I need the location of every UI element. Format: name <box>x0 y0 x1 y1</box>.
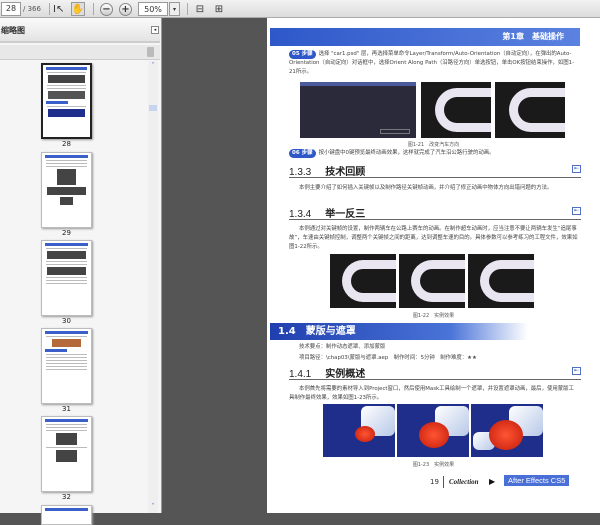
figure-mask-image <box>397 404 469 457</box>
section-icon: ⇤ <box>572 367 581 375</box>
fit-page-icon[interactable]: ⊟ <box>194 2 206 16</box>
arrow-icon: ▶ <box>489 477 496 486</box>
thumbnail-sidebar: 缩略图 ◂ 28 29 30 31 32 ˄ ˅ <box>0 18 162 525</box>
scroll-up-icon[interactable]: ˄ <box>149 62 157 69</box>
step-text: 选择 "car1.psd" 层，再选择菜单命令Layer/Transform/A… <box>289 51 575 75</box>
figure-road-image <box>399 254 465 308</box>
paragraph: 本例首先将需要的素材导入到Project窗口，然后使用Mask工具绘制一个遮罩，… <box>289 386 574 401</box>
scrollbar-thumb[interactable] <box>149 105 157 111</box>
page-number: 19 <box>430 478 439 486</box>
paragraph: 本例通过对关键帧的设置，制作两辆车在公路上赛车的动画。在制作超车动画时，应当注意… <box>289 226 578 250</box>
document-page: 第1章 基础操作 05 步骤 选择 "car1.psd" 层，再选择菜单命令Lay… <box>267 18 600 513</box>
thumbnail-page-33[interactable] <box>41 505 92 525</box>
toolbar: 28 / 366 I↖ ✋ − + 50% ▾ ⊟ ⊞ <box>0 0 600 18</box>
page-number-input[interactable]: 28 <box>1 2 21 16</box>
key-points: 技术要点：制作动态遮罩、添加蒙版 <box>299 344 386 350</box>
zoom-out-button[interactable]: − <box>100 3 113 16</box>
select-tool-icon[interactable]: I↖ <box>53 2 64 16</box>
scroll-down-icon[interactable]: ˅ <box>149 503 157 511</box>
figure-road-image <box>468 254 534 308</box>
figure-caption: 图1-21 改变汽车方向 <box>407 142 460 148</box>
thumbnail-label: 30 <box>62 317 71 325</box>
collapse-sidebar-button[interactable]: ◂ <box>151 26 159 34</box>
thumbnail-page-32[interactable] <box>41 416 92 492</box>
zoom-level-select[interactable]: 50% <box>138 2 168 16</box>
thumbnail-page-31[interactable] <box>41 328 92 404</box>
chapter-title: 第1章 基础操作 <box>502 32 564 41</box>
step-badge: 05 步骤 <box>289 50 316 59</box>
thumbnail-page-30[interactable] <box>41 240 92 316</box>
step-05: 05 步骤 选择 "car1.psd" 层，再选择菜单命令Layer/Transf… <box>289 50 579 77</box>
hand-tool-icon[interactable]: ✋ <box>71 2 85 16</box>
step-text: 按小键盘中0键预览最终动画效果，这样就完成了汽车沿公路行驶的动画。 <box>318 150 495 156</box>
figure-road-image <box>495 82 565 138</box>
step-badge: 06 步骤 <box>289 149 316 158</box>
sidebar-header: 缩略图 ◂ <box>0 18 160 43</box>
section-icon: ⇤ <box>572 165 581 173</box>
step-06: 06 步骤 按小键盘中0键预览最终动画效果，这样就完成了汽车沿公路行驶的动画。 <box>289 149 579 158</box>
section-heading-1-4-1: 1.4.1 实例概述 ⇤ <box>289 365 581 380</box>
zoom-in-button[interactable]: + <box>119 3 132 16</box>
thumbnail-label: 32 <box>62 493 71 501</box>
thumbnail-page-28[interactable] <box>41 63 92 139</box>
chapter-header: 第1章 基础操作 <box>270 28 580 46</box>
sidebar-toolbar <box>0 45 160 60</box>
section-heading-1-3-4: 1.3.4 举一反三 ⇤ <box>289 205 581 220</box>
thumbnail-label: 31 <box>62 405 71 413</box>
zoom-dropdown-chevron-icon[interactable]: ▾ <box>169 2 180 16</box>
figure-caption: 图1-23 实例效果 <box>412 462 455 468</box>
figure-dialog-image <box>300 82 416 138</box>
project-info: 项目路径：\chap03\蒙版与遮罩.aep 制作时间：5分钟 制作难度：★★ <box>299 355 477 361</box>
sidebar-scrollbar[interactable]: ˄ ˅ <box>148 61 158 513</box>
figure-mask-image <box>471 404 543 457</box>
trash-icon[interactable] <box>147 47 154 57</box>
thumbnail-label: 29 <box>62 229 71 237</box>
figure-road-image <box>330 254 396 308</box>
sidebar-title: 缩略图 <box>1 26 25 35</box>
section-banner-1-4: 1.4 蒙版与遮罩 <box>270 323 528 340</box>
section-title: 1.4 蒙版与遮罩 <box>278 326 356 337</box>
product-badge: After Effects CS5 <box>504 475 570 486</box>
section-heading-1-3-3: 1.3.3 技术回顾 ⇤ <box>289 163 581 178</box>
page-total: / 366 <box>23 5 41 13</box>
figure-caption: 图1-22 实例效果 <box>412 313 455 319</box>
thumbnail-page-29[interactable] <box>41 152 92 228</box>
collection-label: Collection <box>449 478 479 486</box>
figure-mask-image <box>323 404 395 457</box>
thumbnail-label: 28 <box>62 140 71 148</box>
section-icon: ⇤ <box>572 207 581 215</box>
figure-road-image <box>421 82 491 138</box>
fit-width-icon[interactable]: ⊞ <box>213 2 225 16</box>
paragraph: 本例主要介绍了如何插入关键帧以及制作路径关键帧动画，并介绍了修正动画中物体方向出… <box>299 185 553 191</box>
